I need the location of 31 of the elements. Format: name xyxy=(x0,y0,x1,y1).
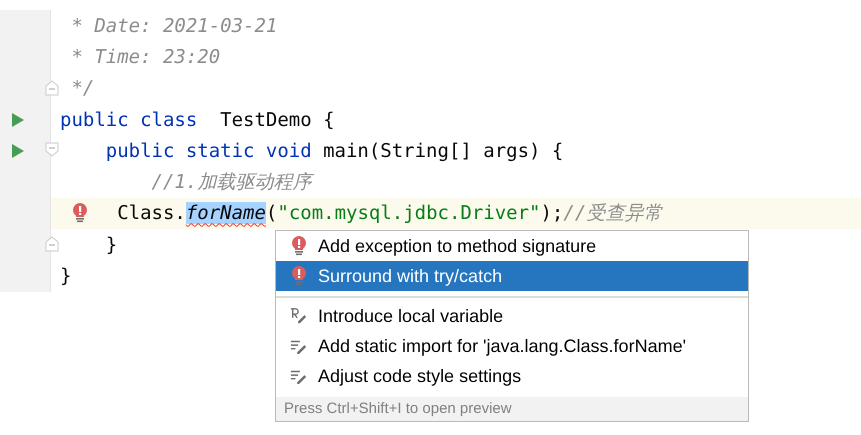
code-text: Class. xyxy=(116,202,186,224)
code-comment: * Time: 23:20 xyxy=(70,46,220,68)
code-text: ( xyxy=(266,202,278,224)
menu-item[interactable]: Introduce local variable xyxy=(276,301,748,331)
code-text: main(String[] args) { xyxy=(323,140,564,162)
code-text: } xyxy=(104,234,118,256)
run-icon[interactable] xyxy=(12,144,24,158)
fold-icon[interactable] xyxy=(45,142,59,158)
code-comment: //受查异常 xyxy=(563,202,662,224)
code-string: "com.mysql.jdbc.Driver" xyxy=(277,202,540,224)
code-keyword: public class xyxy=(60,108,198,131)
code-keyword: public static void xyxy=(104,140,313,162)
edit-icon xyxy=(290,368,308,384)
code-comment: */ xyxy=(70,77,94,100)
code-comment: * Date: 2021-03-21 xyxy=(70,14,278,37)
fold-icon[interactable] xyxy=(45,236,59,252)
error-bulb-icon xyxy=(291,265,307,287)
fold-icon[interactable] xyxy=(45,80,59,96)
menu-item[interactable]: Surround with try/catch xyxy=(276,261,748,291)
run-icon[interactable] xyxy=(12,112,24,127)
menu-item[interactable]: Adjust code style settings xyxy=(276,361,748,391)
menu-item[interactable]: Add static import for 'java.lang.Class.forName' xyxy=(276,331,748,361)
edit-icon xyxy=(290,338,308,354)
selected-code-text: forName xyxy=(186,202,266,224)
refactor-icon xyxy=(290,307,308,325)
error-bulb-icon xyxy=(291,235,307,257)
code-text: ); xyxy=(540,202,564,224)
code-text: TestDemo { xyxy=(219,108,335,131)
code-text: } xyxy=(60,265,72,288)
hint-text: Press Ctrl+Shift+I to open preview xyxy=(276,397,748,421)
menu-item[interactable]: Add exception to method signature xyxy=(276,231,748,261)
